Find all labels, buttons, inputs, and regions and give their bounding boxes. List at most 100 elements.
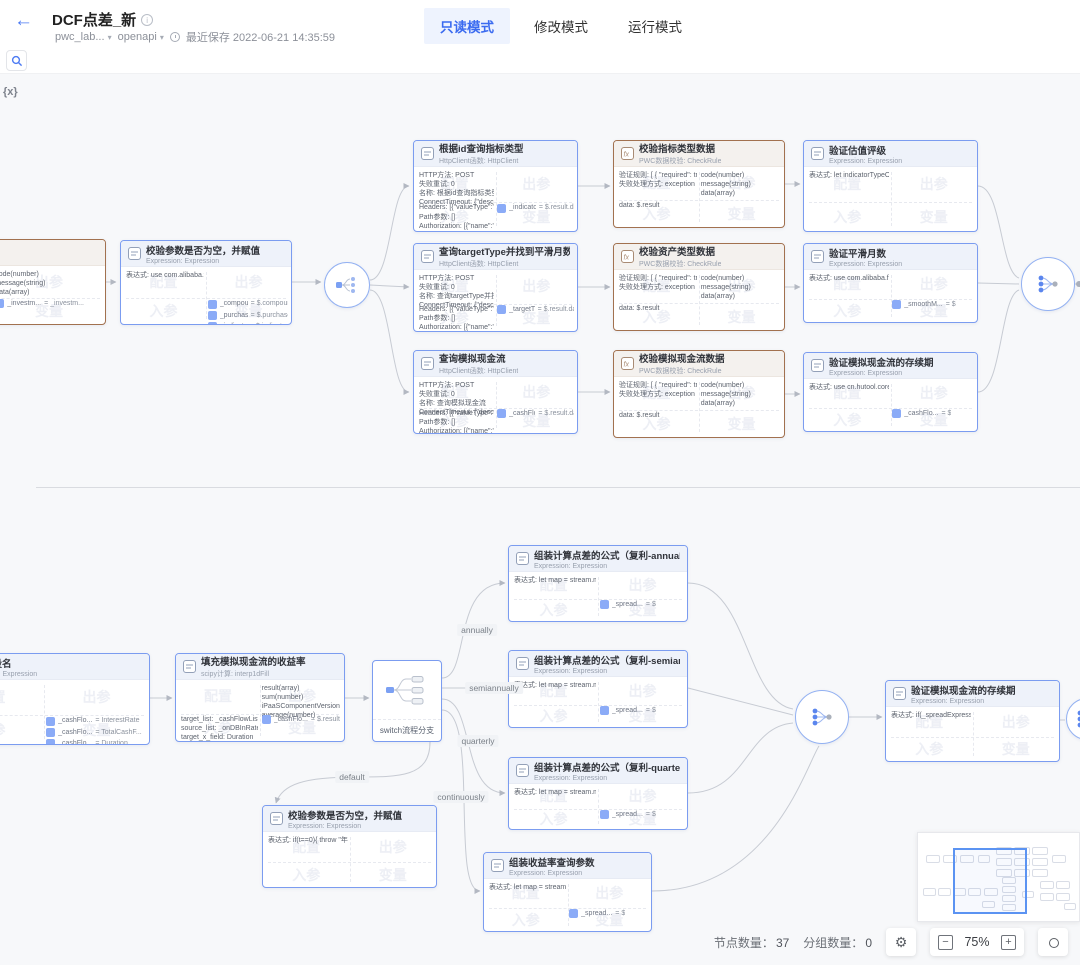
node-config-text: code(number)message(string)data(array): [701, 274, 780, 301]
node-title: 校验参数是否为空，并赋值: [146, 243, 260, 257]
variable-chip-icon: [892, 409, 901, 418]
node-body: 配置出参入参变量表达式: use cn.hutool.core.date..._…: [804, 379, 977, 431]
node-subtitle: Expression: Expression: [829, 158, 902, 165]
node-body: 配置出参入参变量result(array)sum(number)iPaaSCom…: [176, 680, 344, 741]
minimap-node: [1056, 893, 1070, 901]
variable-tag: _spread...= $: [600, 600, 684, 609]
flow-node-scipy[interactable]: 填充模拟现金流的收益率scipy计算: interp1dFill配置出参入参变量…: [175, 653, 345, 742]
tab-0[interactable]: 只读模式: [424, 8, 510, 44]
node-config-text: code(number)message(string)data(array): [0, 270, 101, 297]
branch-label-continuously: continuously: [433, 791, 488, 803]
node-output-tags: _indicato...= $.result.data: [497, 203, 574, 214]
node-body: 配置出参入参变量表达式: if(_spreadExpression == ...: [886, 707, 1059, 761]
node-header: 校验参数是否为空，并赋值Expression: Expression: [263, 806, 436, 832]
flow-node-expression[interactable]: 验证模拟现金流的存续期Expression: Expression配置出参入参变…: [803, 352, 978, 432]
zoom-out-button[interactable]: −: [938, 935, 953, 950]
flow-node-expression[interactable]: 组装计算点差的公式（复利-semiannually）Expression: Ex…: [508, 650, 688, 728]
node-header: 验证估值评级Expression: Expression: [804, 141, 977, 167]
node-title: 查询模拟现金流: [439, 351, 518, 365]
flow-node-checkrule[interactable]: fx校验指标类型数据PWC数据校验: CheckRule配置出参入参变量验证规则…: [613, 140, 785, 228]
node-title: 验证平滑月数: [829, 246, 902, 260]
zoom-in-button[interactable]: +: [1001, 935, 1016, 950]
flow-node-expression[interactable]: 校验参数是否为空，并赋值Expression: Expression配置出参入参…: [120, 240, 292, 325]
merge-node[interactable]: [795, 690, 849, 744]
node-body: 配置出参入参变量验证规则: [ { "required": tru...失败处理…: [614, 167, 784, 227]
node-config-text: 表达式: let indicatorTypeObj = _i...: [809, 171, 889, 180]
edge-endpoint-dot: [1076, 281, 1080, 287]
search-button[interactable]: [6, 50, 27, 71]
expression-icon: [491, 859, 504, 872]
node-config-text: data: $.result: [619, 411, 697, 420]
flow-node-expression[interactable]: 组装计算点差的公式（复利-quarterly）Expression: Expre…: [508, 757, 688, 830]
node-output-tags: _spread...= $: [600, 810, 684, 821]
minimap-viewport[interactable]: [953, 848, 1027, 914]
api-select[interactable]: openapi ▾: [118, 31, 164, 43]
back-button[interactable]: ←: [14, 10, 33, 32]
node-config-text: Headers: [{"valueType":"Text","n...Path参…: [419, 305, 494, 331]
minimap[interactable]: [917, 832, 1080, 922]
flow-node-checkrule[interactable]: fx校验资产类型数据PWC数据校验: CheckRule配置出参入参变量验证规则…: [613, 243, 785, 331]
variable-tag: _cashFlo...= $.result: [262, 715, 341, 724]
branch-label-annually: annually: [457, 624, 497, 636]
node-body: 配置出参入参变量HTTP方法: POST失败重试: 0名称: 查询模拟现金流Co…: [414, 377, 577, 433]
project-select[interactable]: pwc_lab... ▾: [55, 31, 112, 43]
variable-chip-icon: [208, 311, 217, 320]
node-body: 配置出参入参变量表达式: let map = stream.map()..._s…: [509, 572, 687, 621]
node-count: 节点数量：37: [714, 934, 789, 951]
variable-chip-icon: [497, 305, 506, 314]
flow-node-checkrule[interactable]: fx校验模拟现金流数据PWC数据校验: CheckRule配置出参入参变量验证规…: [613, 350, 785, 438]
node-subtitle: Expression: Expression: [534, 668, 680, 675]
chevron-down-icon: ▾: [160, 33, 164, 42]
node-config-text: 表达式: let map = stream.map()...: [514, 681, 596, 690]
branch-split-node[interactable]: [324, 262, 370, 308]
gear-icon: ⚙: [895, 934, 908, 951]
flow-node-expression[interactable]: 验证估值评级Expression: Expression配置出参入参变量表达式:…: [803, 140, 978, 232]
node-config-text: 表达式: use cn.hutool.core.date...: [809, 383, 889, 392]
variable-chip-icon: [600, 810, 609, 819]
info-icon[interactable]: i: [141, 14, 153, 26]
flow-node-expression[interactable]: 设置字段名Expression: Expression配置出参入参变量Rate …: [0, 653, 150, 745]
node-output-tags: _cashFlo...= $.result.dat...: [497, 409, 574, 420]
flow-node-http[interactable]: 查询targetType并找到平滑月数HttpClient函数: HttpCli…: [413, 243, 578, 332]
node-subtitle: PWC数据校验: CheckRule: [639, 156, 721, 166]
node-subtitle: Expression: Expression: [829, 370, 934, 377]
node-subtitle: Expression: Expression: [911, 698, 1016, 705]
node-subtitle: scipy计算: interp1dFill: [201, 669, 306, 679]
node-output-tags: _investm...= _investm...: [0, 299, 102, 310]
variables-button[interactable]: {x}: [3, 86, 18, 98]
flow-node-expression[interactable]: 验证平滑月数Expression: Expression配置出参入参变量表达式:…: [803, 243, 978, 323]
flow-node-expression[interactable]: 组装计算点差的公式（复利-annually）Expression: Expres…: [508, 545, 688, 622]
switch-node[interactable]: switch流程分支: [372, 660, 442, 742]
flow-node-http[interactable]: 查询模拟现金流HttpClient函数: HttpClient配置出参入参变量H…: [413, 350, 578, 434]
flow-node-http[interactable]: 根据id查询指标类型HttpClient函数: HttpClient配置出参入参…: [413, 140, 578, 232]
flow-canvas[interactable]: fx配置出参入参变量验证规则: [ { "required": tru...失败…: [0, 74, 1080, 965]
node-header: 查询targetType并找到平滑月数HttpClient函数: HttpCli…: [414, 244, 577, 270]
flow-node-checkrule[interactable]: fx配置出参入参变量验证规则: [ { "required": tru...失败…: [0, 239, 106, 325]
merge-node[interactable]: [1021, 257, 1075, 311]
node-output-tags: _targetT...= $.result.data: [497, 305, 574, 316]
zoom-control: − 75% +: [930, 928, 1024, 956]
node-subtitle: HttpClient函数: HttpClient: [439, 259, 570, 269]
flow-node-expression[interactable]: 校验参数是否为空，并赋值Expression: Expression配置出参入参…: [262, 805, 437, 888]
node-title: 验证模拟现金流的存续期: [911, 683, 1016, 697]
page-title: DCF点差_新i: [52, 9, 153, 30]
flow-node-expression[interactable]: 验证模拟现金流的存续期Expression: Expression 配置出参入参变…: [885, 680, 1060, 762]
node-header: 验证模拟现金流的存续期Expression: Expression: [804, 353, 977, 379]
switch-branch-icon: [373, 661, 441, 719]
variable-tag: _spread...= $: [569, 909, 648, 918]
settings-button[interactable]: ⚙: [886, 928, 916, 956]
expression-icon: [516, 657, 529, 670]
tab-1[interactable]: 修改模式: [518, 8, 604, 44]
node-subtitle: Expression: Expression: [534, 563, 680, 570]
node-subtitle: Expression: Expression: [288, 823, 402, 830]
fit-view-button[interactable]: [1038, 928, 1068, 956]
chevron-down-icon: ▾: [108, 33, 112, 42]
node-title: 校验指标类型数据: [639, 141, 721, 155]
expression-icon: [811, 250, 824, 263]
node-header: fx校验资产类型数据PWC数据校验: CheckRule: [614, 244, 784, 270]
node-config-text: 验证规则: [ { "required": tru...失败处理方式: exce…: [619, 274, 697, 292]
tab-2[interactable]: 运行模式: [612, 8, 698, 44]
flow-node-expression[interactable]: 组装收益率查询参数Expression: Expression配置出参入参变量表…: [483, 852, 652, 932]
workflow-editor: ← DCF点差_新i pwc_lab... ▾ openapi ▾ 最近保存 2…: [0, 0, 1080, 965]
node-header: 组装计算点差的公式（复利-quarterly）Expression: Expre…: [509, 758, 687, 784]
